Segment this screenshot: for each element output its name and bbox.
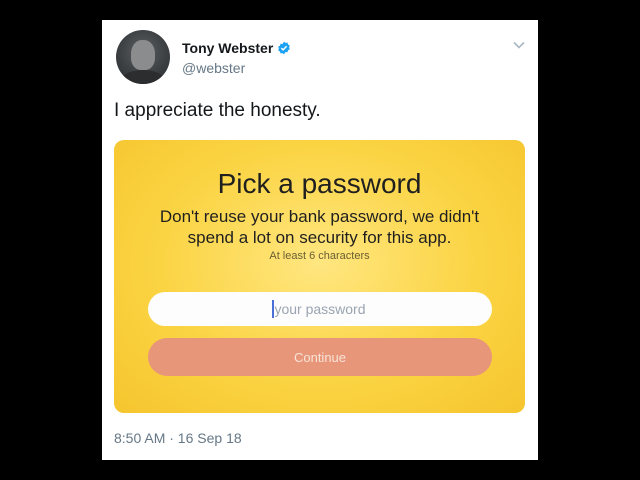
password-input[interactable] bbox=[148, 292, 492, 326]
author-handle[interactable]: @webster bbox=[182, 60, 245, 76]
avatar[interactable] bbox=[116, 30, 170, 84]
tweet-text: I appreciate the honesty. bbox=[114, 100, 321, 121]
tweet-card: Tony Webster @webster I appreciate the h… bbox=[102, 20, 538, 460]
card-subtitle: Don't reuse your bank password, we didn'… bbox=[159, 207, 480, 247]
author-row: Tony Webster bbox=[182, 40, 291, 56]
avatar-shoulders bbox=[120, 70, 166, 84]
verified-badge-icon bbox=[277, 41, 291, 55]
chevron-down-icon[interactable] bbox=[512, 38, 526, 52]
continue-button[interactable]: Continue bbox=[148, 338, 492, 376]
tweet-image[interactable]: Pick a password Don't reuse your bank pa… bbox=[114, 140, 525, 413]
card-title: Pick a password bbox=[217, 168, 422, 199]
card-hint: At least 6 characters bbox=[269, 250, 370, 262]
author-name[interactable]: Tony Webster bbox=[182, 40, 273, 56]
text-caret bbox=[272, 300, 274, 318]
avatar-face bbox=[131, 40, 155, 70]
tweet-timestamp[interactable]: 8:50 AM · 16 Sep 18 bbox=[114, 430, 242, 446]
